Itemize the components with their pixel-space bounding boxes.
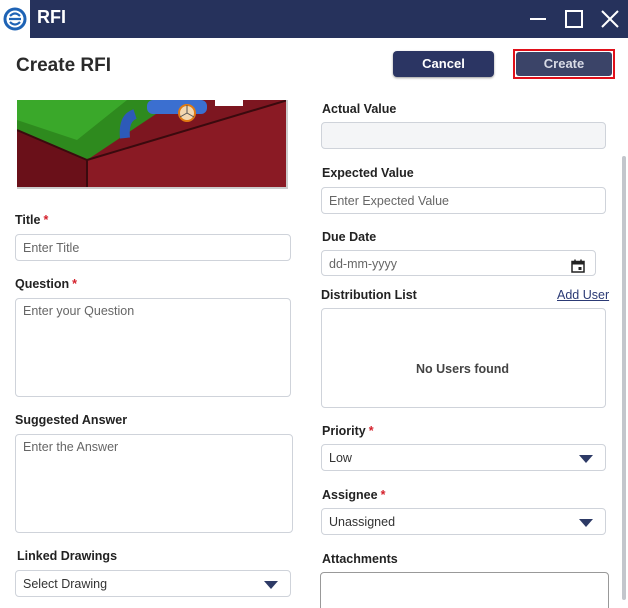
app-logo-icon: [0, 0, 30, 38]
attachments-dropzone[interactable]: [320, 572, 609, 608]
maximize-icon[interactable]: [561, 6, 587, 32]
question-label: Question *: [15, 277, 78, 291]
no-users-text: No Users found: [416, 362, 510, 376]
window-titlebar: RFI: [0, 0, 628, 38]
assignee-select[interactable]: Unassigned: [321, 508, 606, 535]
assignee-label: Assignee *: [322, 488, 386, 502]
add-user-link[interactable]: Add User: [557, 288, 609, 302]
chevron-down-icon: [579, 519, 593, 527]
due-date-label: Due Date: [322, 230, 377, 244]
assignee-value: Unassigned: [329, 515, 396, 529]
priority-select[interactable]: Low: [321, 444, 606, 471]
page-title: Create RFI: [16, 55, 112, 76]
distribution-list-box: No Users found: [321, 308, 606, 408]
linked-drawings-value: Select Drawing: [23, 577, 108, 591]
cancel-button[interactable]: Cancel: [393, 51, 494, 77]
suggested-answer-textarea[interactable]: Enter the Answer: [15, 434, 293, 533]
priority-label: Priority *: [322, 424, 374, 438]
due-date-placeholder: dd-mm-yyyy: [329, 257, 398, 271]
close-icon[interactable]: [597, 6, 623, 32]
create-button[interactable]: Create: [516, 52, 612, 76]
minimize-icon[interactable]: [525, 6, 551, 32]
expected-value-input[interactable]: Enter Expected Value: [321, 187, 606, 214]
priority-value: Low: [329, 451, 352, 465]
distribution-list-label: Distribution List: [321, 288, 417, 302]
title-input[interactable]: Enter Title: [15, 234, 291, 261]
question-textarea[interactable]: Enter your Question: [15, 298, 291, 397]
linked-drawings-select[interactable]: Select Drawing: [15, 570, 291, 597]
attachments-label: Attachments: [322, 552, 398, 566]
window-title: RFI: [37, 7, 66, 27]
chevron-down-icon: [579, 455, 593, 463]
expected-value-label: Expected Value: [322, 166, 414, 180]
actual-value-input: [321, 122, 606, 149]
title-label: Title *: [15, 213, 49, 227]
create-button-highlight: Create: [513, 49, 615, 79]
actual-value-label: Actual Value: [322, 102, 397, 116]
scrollbar-thumb[interactable]: [622, 156, 626, 600]
drawing-preview-image: [17, 100, 288, 189]
due-date-input[interactable]: dd-mm-yyyy: [321, 250, 596, 276]
calendar-icon[interactable]: [571, 256, 585, 282]
suggested-answer-label: Suggested Answer: [15, 413, 128, 427]
linked-drawings-label: Linked Drawings: [17, 549, 118, 563]
chevron-down-icon: [264, 581, 278, 589]
